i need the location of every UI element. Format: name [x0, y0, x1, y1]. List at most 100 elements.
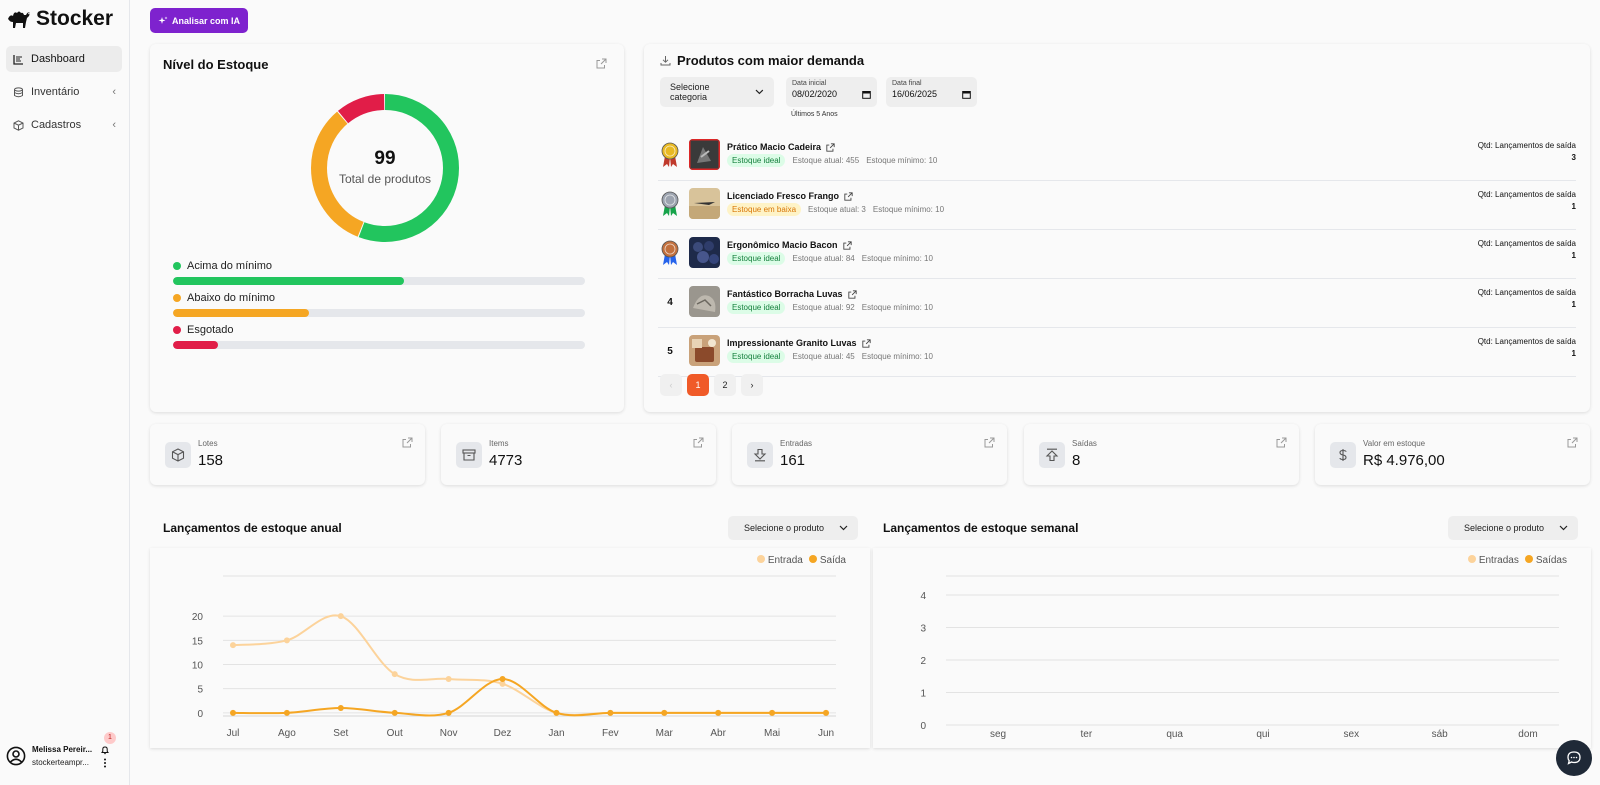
product-row[interactable]: Ergonômico Macio Bacon Estoque ideal Estoq… — [658, 230, 1576, 279]
data-point[interactable] — [445, 676, 452, 682]
bronze-medal-icon — [658, 240, 682, 266]
page-button-1[interactable]: 1 — [687, 374, 709, 396]
external-link-icon[interactable] — [693, 437, 704, 448]
logo[interactable]: Stocker — [6, 7, 113, 31]
sidebar-item-cadastros[interactable]: Cadastros ‹ — [6, 112, 122, 138]
output-quantity-label: Qtd: Lançamentos de saída — [1477, 337, 1576, 346]
data-point[interactable] — [445, 709, 452, 716]
data-point[interactable] — [661, 709, 668, 716]
y-tick-label: 5 — [197, 685, 203, 696]
annual-product-select[interactable]: Selecione o produto — [728, 516, 858, 540]
x-tick-label: Mai — [764, 728, 780, 739]
x-tick-label: Abr — [710, 728, 726, 739]
data-point[interactable] — [230, 642, 236, 649]
y-tick-label: 15 — [192, 636, 204, 647]
weekly-line-chart: 0 1 2 3 4 seg ter qua qui sex sáb dom — [920, 575, 1559, 740]
previous-page-button[interactable]: ‹ — [660, 374, 682, 396]
chevron-down-icon — [755, 89, 764, 95]
external-link-icon[interactable] — [847, 289, 857, 299]
x-tick-label: sex — [1344, 729, 1360, 740]
product-thumbnail[interactable] — [689, 139, 720, 170]
more-vertical-icon[interactable] — [103, 758, 107, 768]
weekly-product-select[interactable]: Selecione o produto — [1448, 516, 1578, 540]
bell-icon[interactable] — [100, 745, 110, 755]
external-link-icon[interactable] — [844, 191, 853, 201]
product-name-link[interactable]: Fantástico Borracha Luvas — [727, 289, 857, 299]
product-thumbnail[interactable] — [689, 188, 720, 219]
data-point[interactable] — [337, 705, 344, 711]
data-point[interactable] — [283, 709, 290, 716]
output-quantity-value: 3 — [1571, 153, 1576, 162]
external-link-icon[interactable] — [402, 437, 413, 448]
next-page-button[interactable]: › — [741, 374, 763, 396]
category-select[interactable]: Selecione categoria — [660, 77, 774, 107]
start-date-field[interactable]: Data inicial 08/02/2020 — [786, 77, 877, 107]
download-icon[interactable] — [660, 55, 671, 66]
external-link-icon[interactable] — [861, 338, 871, 348]
external-link-icon[interactable] — [1276, 437, 1287, 448]
annual-chart-title: Lançamentos de estoque anual — [163, 521, 342, 535]
kpi-card-valor-estoque[interactable]: Valor em estoque R$ 4.976,00 — [1315, 424, 1590, 485]
x-tick-label: Mar — [656, 728, 674, 739]
y-tick-label: 1 — [920, 689, 926, 700]
chevron-down-icon — [839, 525, 848, 531]
kpi-card-saidas[interactable]: Saídas 8 — [1024, 424, 1299, 485]
product-name-link[interactable]: Prático Macio Cadeira — [727, 142, 835, 152]
product-meta: Estoque ideal Estoque atual: 84 Estoque mí… — [727, 252, 933, 265]
external-link-icon[interactable] — [842, 240, 852, 250]
minimum-stock: Estoque mínimo: 10 — [866, 156, 938, 165]
external-link-icon[interactable] — [1567, 437, 1578, 448]
product-row[interactable]: 4 Fantástico Borracha Luvas Estoque ideal E… — [658, 279, 1576, 328]
x-tick-label: Jul — [227, 728, 240, 739]
product-thumbnail[interactable] — [689, 335, 720, 366]
analyze-ai-button[interactable]: Analisar com IA — [150, 8, 248, 33]
legend-out-of-stock: Esgotado — [173, 324, 585, 349]
pagination: ‹ 1 2 › — [660, 374, 763, 396]
product-row[interactable]: 5 Impressionante Granito Luvas Estoque ide… — [658, 328, 1576, 377]
series-line-entrada[interactable] — [232, 614, 826, 716]
progress-fill — [173, 341, 219, 349]
current-stock: Estoque atual: 45 — [792, 352, 855, 361]
product-thumbnail[interactable] — [689, 237, 720, 268]
external-link-icon[interactable] — [596, 58, 607, 69]
product-name-link[interactable]: Licenciado Fresco Frango — [727, 191, 853, 201]
product-thumbnail[interactable] — [689, 286, 720, 317]
annual-line-chart: 0 5 10 15 20 Jul Ago Set Out Nov Dez Jan Fev Mar Abr Ma… — [192, 575, 836, 739]
external-link-icon[interactable] — [984, 437, 995, 448]
kpi-card-entradas[interactable]: Entradas 161 — [732, 424, 1007, 485]
calendar-icon[interactable] — [962, 90, 971, 99]
data-point[interactable] — [769, 709, 776, 716]
data-point[interactable] — [715, 709, 722, 716]
sidebar: Stocker Dashboard Inventário ‹ Cadastros… — [0, 0, 130, 785]
app-name: Stocker — [36, 7, 114, 30]
data-point[interactable] — [607, 709, 614, 716]
data-point[interactable] — [391, 671, 398, 678]
chat-button[interactable] — [1556, 740, 1592, 776]
product-name: Licenciado Fresco Frango — [727, 191, 840, 201]
user-name: Melissa Pereir... — [32, 745, 93, 754]
product-name-link[interactable]: Ergonômico Macio Bacon — [727, 240, 852, 250]
kpi-card-items[interactable]: Items 4773 — [441, 424, 716, 485]
external-link-icon[interactable] — [826, 142, 835, 152]
page-button-2[interactable]: 2 — [714, 374, 736, 396]
data-point[interactable] — [391, 709, 398, 716]
data-point[interactable] — [499, 676, 506, 682]
user-profile[interactable]: Melissa Pereir... stockerteampr... 1 — [6, 731, 122, 771]
data-point[interactable] — [283, 637, 290, 644]
product-name-link[interactable]: Impressionante Granito Luvas — [727, 338, 871, 348]
series-line-saída[interactable] — [232, 677, 826, 717]
sidebar-item-dashboard[interactable]: Dashboard — [6, 46, 122, 72]
product-row[interactable]: Prático Macio Cadeira Estoque ideal Estoqu… — [658, 132, 1576, 181]
calendar-icon[interactable] — [862, 90, 871, 99]
top-products-list: Prático Macio Cadeira Estoque ideal Estoqu… — [658, 132, 1576, 377]
end-date-field[interactable]: Data final 16/06/2025 — [886, 77, 977, 107]
archive-icon — [456, 442, 482, 468]
data-point[interactable] — [553, 709, 560, 716]
data-point[interactable] — [230, 709, 236, 716]
product-row[interactable]: Licenciado Fresco Frango Estoque em baixa… — [658, 181, 1576, 230]
data-point[interactable] — [337, 613, 344, 620]
output-quantity: Qtd: Lançamentos de saída 1 — [1478, 238, 1576, 262]
sidebar-item-inventario[interactable]: Inventário ‹ — [6, 79, 122, 105]
data-point[interactable] — [823, 709, 829, 716]
kpi-card-lotes[interactable]: Lotes 158 — [150, 424, 425, 485]
